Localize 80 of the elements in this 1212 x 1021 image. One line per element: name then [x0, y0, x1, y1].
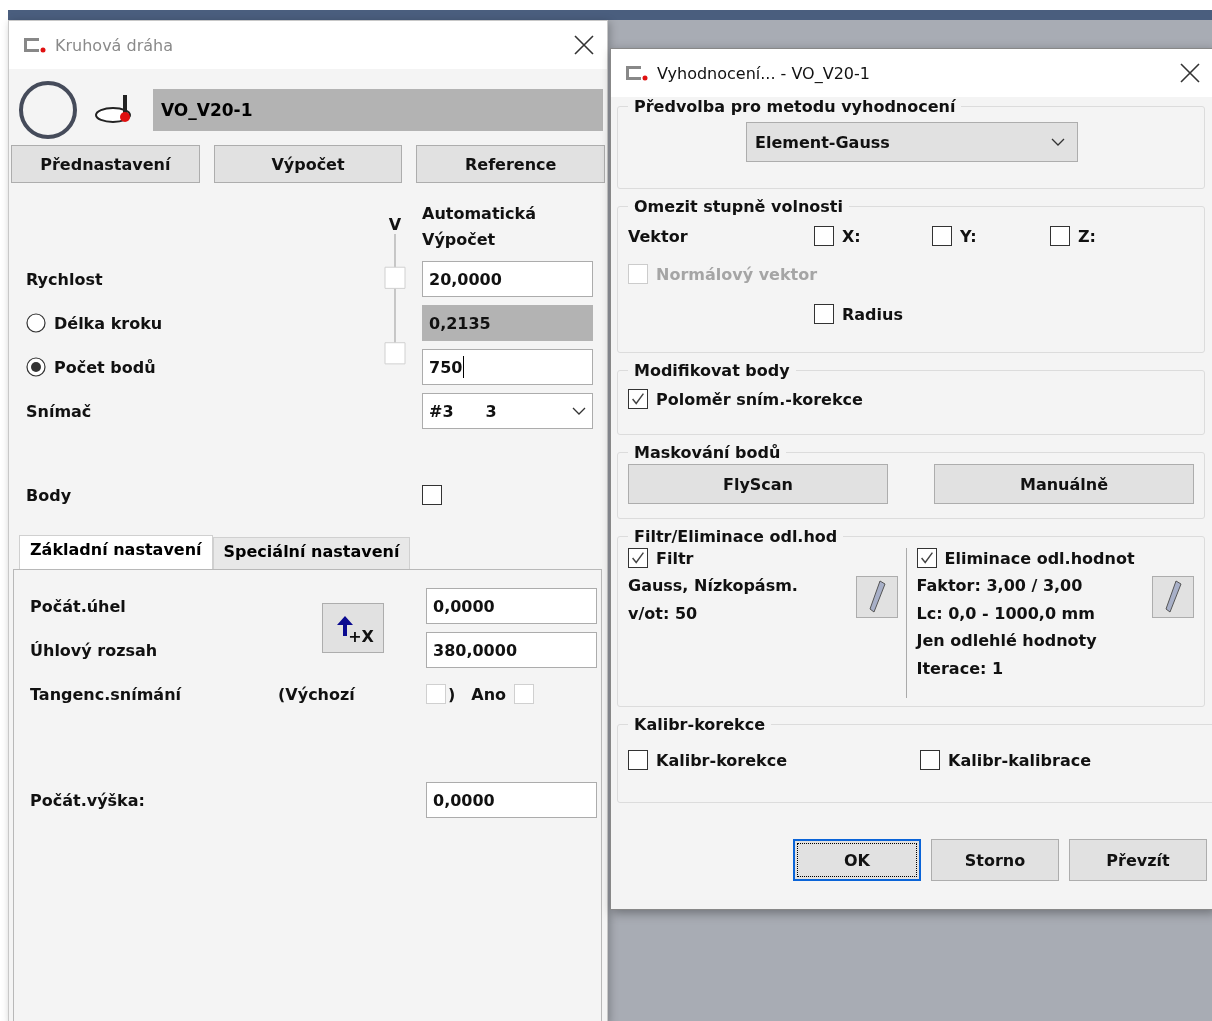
setting-text: Gauss, Nízkopásm. — [628, 575, 798, 597]
pencil-icon — [1163, 579, 1183, 615]
checkbox-label: Eliminace odl.hodnot — [944, 548, 1135, 568]
group-title: Maskování bodů — [633, 443, 782, 462]
group-title: Kalibr-korekce — [633, 715, 767, 734]
dropdown[interactable]: #3 3 — [422, 393, 593, 429]
radio-label: Počet bodů — [54, 357, 156, 377]
edit-button[interactable] — [855, 576, 898, 618]
toolbar-button[interactable]: Přednastavení — [11, 145, 200, 183]
action-button[interactable]: Manuálně — [934, 464, 1194, 504]
window-title: Vyhodnocení... - VO_V20-1 — [657, 63, 870, 83]
tab[interactable]: Speciální nastavení — [212, 537, 411, 569]
toolbar-button[interactable]: Výpočet — [213, 145, 403, 183]
checkbox[interactable] — [814, 304, 834, 324]
direction-button[interactable]: +X — [322, 603, 384, 653]
checkbox-label: Kalibr-kalibrace — [948, 750, 1092, 770]
input-field[interactable]: 380,0000 — [426, 632, 597, 668]
chevron-icon — [572, 407, 586, 415]
input-field[interactable]: 750 — [422, 349, 593, 385]
setting-text: Faktor: 3,00 / 3,00 — [916, 575, 1084, 597]
column-header: V — [388, 215, 402, 234]
action-button[interactable]: FlyScan — [628, 464, 888, 504]
group-title: Předvolba pro metodu vyhodnocení — [633, 97, 957, 116]
checkbox-label: X: — [842, 226, 861, 246]
pencil-icon — [866, 579, 887, 615]
option-label: Ano — [471, 684, 507, 704]
input-field[interactable]: 0,0000 — [426, 588, 597, 624]
checkbox[interactable] — [814, 226, 834, 246]
app-icon — [623, 65, 649, 81]
group-title: Modifikovat body — [633, 361, 791, 380]
toolbar-button[interactable]: Reference — [416, 145, 605, 183]
app-icon — [21, 37, 47, 53]
close-icon[interactable] — [1179, 62, 1201, 84]
group-title: Filtr/Eliminace odl.hod — [633, 527, 839, 546]
field-label: Počát.výška: — [30, 790, 146, 810]
field-label: Vektor — [628, 226, 689, 246]
chevron-icon — [1051, 138, 1065, 146]
checkbox-label: Body — [26, 485, 72, 505]
input-field[interactable]: 0,0000 — [426, 782, 597, 818]
checkbox[interactable] — [1050, 226, 1070, 246]
radio-label: Délka kroku — [54, 313, 163, 333]
checkbox[interactable] — [932, 226, 952, 246]
radio-button[interactable] — [26, 357, 46, 377]
checkbox-label: Normálový vektor — [656, 264, 818, 284]
checkbox[interactable] — [628, 548, 648, 568]
setting-text: v/ot: 50 — [628, 602, 699, 625]
checkbox-label: Y: — [960, 226, 977, 246]
group-title: Omezit stupně volnosti — [633, 197, 844, 216]
edit-button[interactable] — [1152, 576, 1194, 618]
checkbox[interactable] — [628, 750, 648, 770]
column-header: Výpočet — [422, 229, 497, 251]
field-label: Úhlový rozsah — [30, 640, 159, 660]
checkbox[interactable] — [628, 389, 648, 409]
field-label: Rychlost — [26, 269, 103, 289]
dialog-button[interactable]: Storno — [931, 839, 1059, 881]
checkbox-label: Radius — [842, 304, 903, 324]
field-label: Počát.úhel — [30, 596, 127, 616]
dialog-button[interactable]: OK — [793, 839, 921, 881]
setting-text: Lc: 0,0 - 1000,0 mm — [916, 602, 1096, 625]
dropdown[interactable]: Element-Gauss — [746, 122, 1078, 162]
option-label: (Výchozí — [278, 684, 356, 704]
checkbox-label: Filtr — [656, 548, 694, 568]
circle-icon — [17, 79, 79, 141]
close-icon[interactable] — [573, 34, 595, 56]
checkbox-label: Poloměr sním.-korekce — [656, 389, 863, 409]
name-field[interactable]: VO_V20-1 — [153, 89, 603, 131]
dialog-button[interactable]: Převzít — [1069, 839, 1207, 881]
setting-text: Iterace: 1 — [916, 657, 1005, 680]
bracket-text: ) — [448, 684, 456, 704]
field-label: Snímač — [26, 401, 92, 421]
checkbox-label: Z: — [1078, 226, 1096, 246]
checkbox[interactable] — [916, 548, 937, 568]
checkbox-label: Kalibr-korekce — [656, 750, 788, 770]
setting-text: Jen odlehlé hodnoty — [916, 630, 1097, 652]
checkbox[interactable] — [920, 750, 940, 770]
tab[interactable]: Základní nastavení — [19, 535, 213, 569]
checkbox[interactable] — [422, 485, 442, 505]
input-field[interactable]: 20,0000 — [422, 261, 593, 297]
window-title: Kruhová dráha — [55, 35, 173, 55]
column-header: Automatická — [422, 203, 537, 225]
